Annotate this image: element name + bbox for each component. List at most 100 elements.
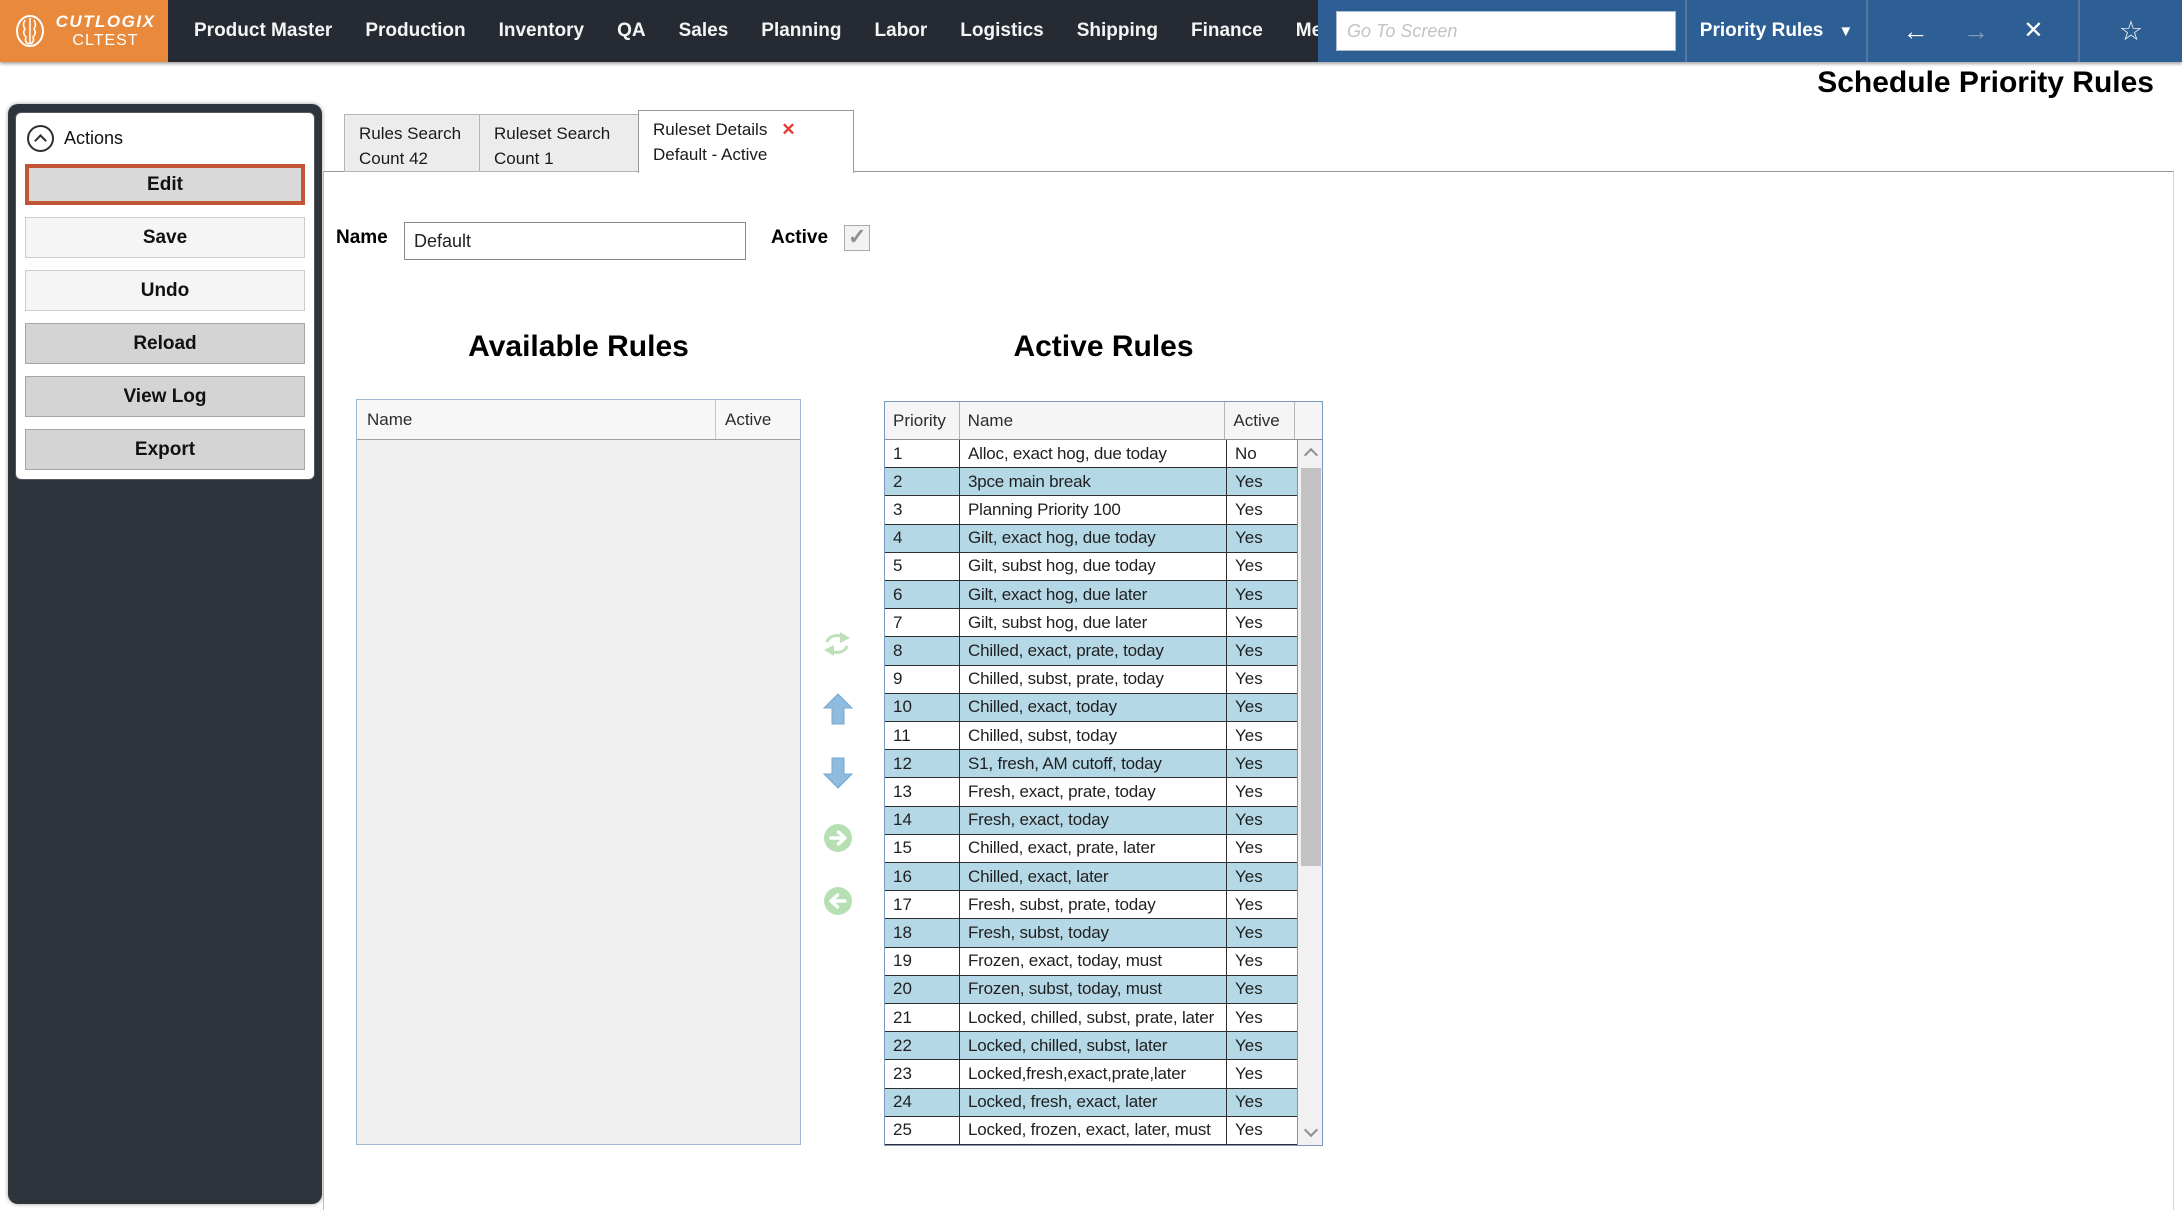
close-screen-icon[interactable]: ✕ xyxy=(2023,19,2043,43)
table-row[interactable]: 15Chilled, exact, prate, laterYes xyxy=(885,835,1297,863)
active-cell: Yes xyxy=(1227,468,1297,496)
priority-cell: 12 xyxy=(885,750,960,778)
menu-item-logistics[interactable]: Logistics xyxy=(960,20,1043,42)
collapse-actions-icon[interactable] xyxy=(27,125,54,152)
edit-button[interactable]: Edit xyxy=(25,164,305,205)
rule-name-cell: Gilt, exact hog, due later xyxy=(960,581,1227,609)
active-cell: Yes xyxy=(1227,778,1297,806)
tab-rules-search[interactable]: Rules Search Count 42 xyxy=(344,114,480,172)
rule-name-cell: Locked, frozen, exact, later, must xyxy=(960,1117,1227,1145)
move-left-icon[interactable] xyxy=(822,885,854,922)
rule-name-cell: Locked, fresh, exact, later xyxy=(960,1089,1227,1117)
back-arrow-icon[interactable]: ← xyxy=(1902,18,1928,44)
active-cell: Yes xyxy=(1227,581,1297,609)
table-row[interactable]: 8Chilled, exact, prate, todayYes xyxy=(885,637,1297,665)
menu-item-product-master[interactable]: Product Master xyxy=(194,20,332,42)
table-row[interactable]: 14Fresh, exact, todayYes xyxy=(885,807,1297,835)
table-row[interactable]: 24Locked, fresh, exact, laterYes xyxy=(885,1089,1297,1117)
table-row[interactable]: 19Frozen, exact, today, mustYes xyxy=(885,948,1297,976)
rule-name-cell: 3pce main break xyxy=(960,468,1227,496)
name-label: Name xyxy=(336,227,388,249)
table-row[interactable]: 21Locked, chilled, subst, prate, laterYe… xyxy=(885,1004,1297,1032)
table-row[interactable]: 4Gilt, exact hog, due todayYes xyxy=(885,525,1297,553)
table-row[interactable]: 18Fresh, subst, todayYes xyxy=(885,919,1297,947)
table-row[interactable]: 23pce main breakYes xyxy=(885,468,1297,496)
priority-cell: 17 xyxy=(885,891,960,919)
save-button[interactable]: Save xyxy=(25,217,305,258)
brand-environment: CLTEST xyxy=(72,32,138,50)
forward-arrow-icon[interactable]: → xyxy=(1963,18,1989,44)
tab-ruleset-search[interactable]: Ruleset Search Count 1 xyxy=(479,114,639,172)
move-up-icon[interactable] xyxy=(822,692,854,731)
available-rules-heading: Available Rules xyxy=(356,330,801,364)
table-row[interactable]: 11Chilled, subst, todayYes xyxy=(885,722,1297,750)
tab-ruleset-details[interactable]: Ruleset Details ✕ Default - Active xyxy=(638,110,854,173)
table-row[interactable]: 22Locked, chilled, subst, laterYes xyxy=(885,1032,1297,1060)
ruleset-details-content: Name Active ✓ Available Rules Name Activ… xyxy=(323,171,2174,1210)
tab-subtitle: Default - Active xyxy=(653,143,853,168)
actions-button-list: Edit Save Undo Reload View Log Export xyxy=(25,164,305,470)
actions-title: Actions xyxy=(64,128,123,149)
table-row[interactable]: 17Fresh, subst, prate, todayYes xyxy=(885,891,1297,919)
column-header-active[interactable]: Active xyxy=(1225,402,1295,439)
swap-refresh-icon[interactable] xyxy=(821,630,853,663)
rule-name-cell: Frozen, subst, today, must xyxy=(960,976,1227,1004)
close-tab-icon[interactable]: ✕ xyxy=(781,118,795,143)
export-button[interactable]: Export xyxy=(25,429,305,470)
screen-selector-dropdown[interactable]: Priority Rules ▼ xyxy=(1685,0,1868,62)
table-row[interactable]: 13Fresh, exact, prate, todayYes xyxy=(885,778,1297,806)
menu-item-inventory[interactable]: Inventory xyxy=(499,20,585,42)
scroll-up-icon[interactable] xyxy=(1304,448,1318,462)
active-checkbox[interactable]: ✓ xyxy=(844,225,870,251)
column-header-name[interactable]: Name xyxy=(960,402,1226,439)
menu-item-finance[interactable]: Finance xyxy=(1191,20,1263,42)
menu-item-labor[interactable]: Labor xyxy=(875,20,928,42)
rule-name-cell: Locked,fresh,exact,prate,later xyxy=(960,1060,1227,1088)
rule-name-cell: Chilled, exact, prate, later xyxy=(960,835,1227,863)
view-log-button[interactable]: View Log xyxy=(25,376,305,417)
table-row[interactable]: 5Gilt, subst hog, due todayYes xyxy=(885,553,1297,581)
table-row[interactable]: 20Frozen, subst, today, mustYes xyxy=(885,976,1297,1004)
table-row[interactable]: 10Chilled, exact, todayYes xyxy=(885,694,1297,722)
rule-name-cell: Fresh, subst, today xyxy=(960,919,1227,947)
priority-cell: 16 xyxy=(885,863,960,891)
active-cell: Yes xyxy=(1227,976,1297,1004)
table-row[interactable]: 16Chilled, exact, laterYes xyxy=(885,863,1297,891)
menu-item-qa[interactable]: QA xyxy=(617,20,646,42)
goto-screen-input[interactable] xyxy=(1336,11,1676,51)
table-row[interactable]: 6Gilt, exact hog, due laterYes xyxy=(885,581,1297,609)
menu-item-sales[interactable]: Sales xyxy=(679,20,729,42)
move-down-icon[interactable] xyxy=(822,756,854,795)
table-row[interactable]: 7Gilt, subst hog, due laterYes xyxy=(885,609,1297,637)
priority-cell: 6 xyxy=(885,581,960,609)
table-row[interactable]: 3Planning Priority 100Yes xyxy=(885,496,1297,524)
column-header-name[interactable]: Name xyxy=(357,400,716,439)
column-header-active[interactable]: Active xyxy=(716,400,800,439)
check-icon: ✓ xyxy=(848,224,866,250)
table-row[interactable]: 1Alloc, exact hog, due todayNo xyxy=(885,440,1297,468)
tab-title: Ruleset Search xyxy=(494,122,610,147)
active-cell: Yes xyxy=(1227,553,1297,581)
table-row[interactable]: 25Locked, frozen, exact, later, mustYes xyxy=(885,1117,1297,1145)
scrollbar-thumb[interactable] xyxy=(1301,468,1321,866)
reload-button[interactable]: Reload xyxy=(25,323,305,364)
menu-item-shipping[interactable]: Shipping xyxy=(1077,20,1158,42)
rule-name-cell: Chilled, exact, today xyxy=(960,694,1227,722)
scroll-down-icon[interactable] xyxy=(1304,1123,1318,1137)
available-rules-body[interactable] xyxy=(357,440,800,1144)
move-right-icon[interactable] xyxy=(822,822,854,859)
menu-item-planning[interactable]: Planning xyxy=(761,20,841,42)
column-header-priority[interactable]: Priority xyxy=(885,402,960,439)
favorite-star-icon[interactable]: ☆ xyxy=(2119,18,2143,45)
vertical-scrollbar[interactable] xyxy=(1297,440,1322,1145)
priority-cell: 13 xyxy=(885,778,960,806)
active-cell: Yes xyxy=(1227,1117,1297,1145)
table-row[interactable]: 12S1, fresh, AM cutoff, todayYes xyxy=(885,750,1297,778)
rule-name-cell: Locked, chilled, subst, later xyxy=(960,1032,1227,1060)
table-row[interactable]: 23Locked,fresh,exact,prate,laterYes xyxy=(885,1060,1297,1088)
brand-logo[interactable]: CUTLOGIX CLTEST xyxy=(0,0,168,62)
ruleset-name-input[interactable] xyxy=(404,222,746,260)
undo-button[interactable]: Undo xyxy=(25,270,305,311)
table-row[interactable]: 9Chilled, subst, prate, todayYes xyxy=(885,666,1297,694)
menu-item-production[interactable]: Production xyxy=(365,20,465,42)
